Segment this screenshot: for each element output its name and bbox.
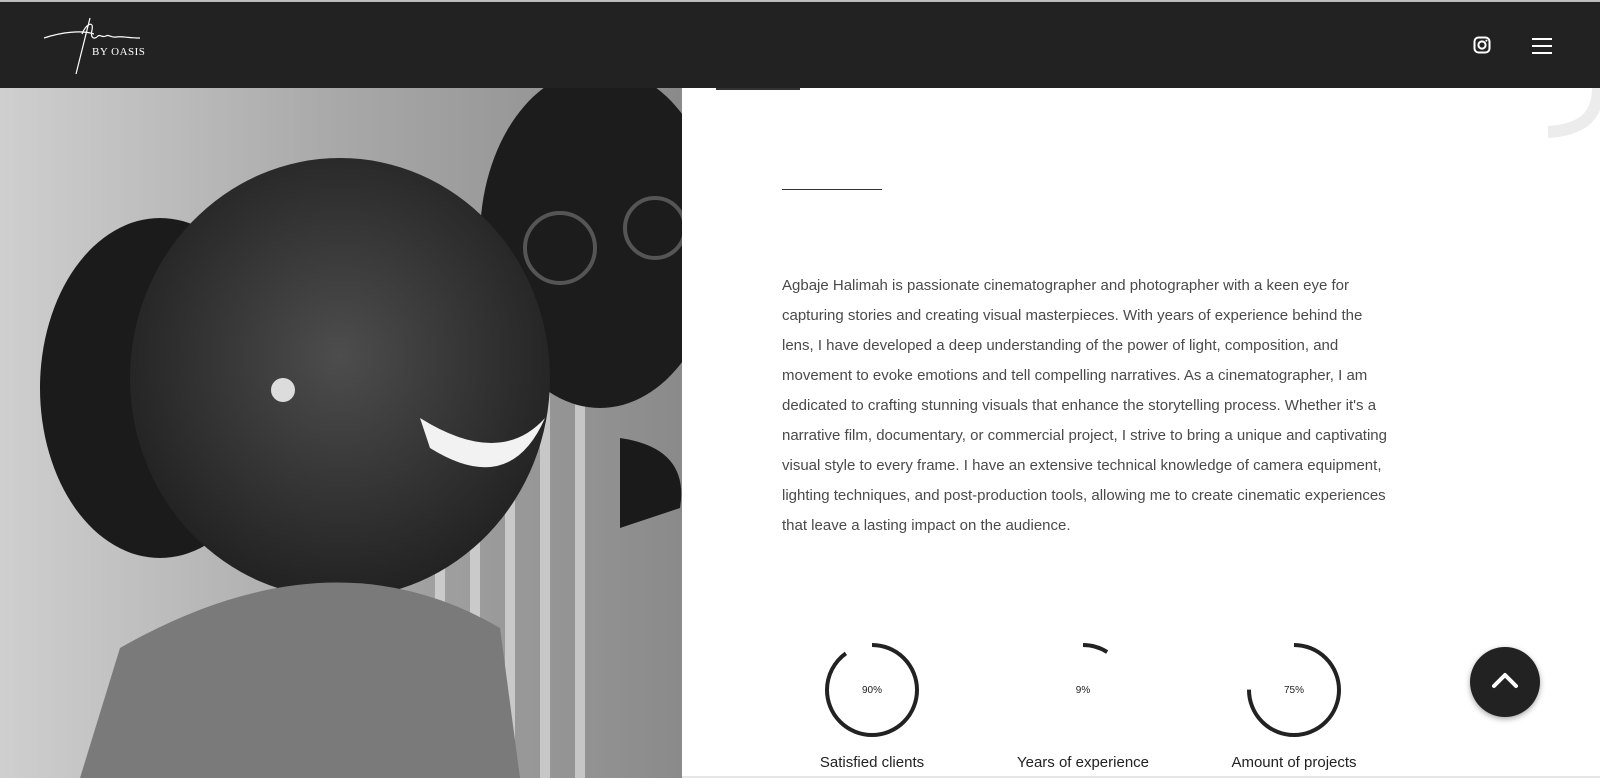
stat-years-experience: 9% Years of experience [993, 641, 1173, 771]
stat-value: 75% [1283, 685, 1304, 696]
stat-label: Satisfied clients [819, 754, 925, 771]
decorative-stroke [716, 88, 800, 90]
stat-amount-projects: 75% Amount of projects [1204, 641, 1384, 771]
about-text: Agbaje Halimah is passionate cinematogra… [782, 277, 1387, 534]
stat-label: Years of experience [1016, 754, 1150, 771]
portrait-photo [0, 88, 682, 778]
stat-value: 90% [861, 685, 882, 696]
instagram-icon[interactable] [1473, 36, 1491, 54]
decorative-curve [1540, 87, 1600, 138]
site-header: BY OASIS [0, 2, 1600, 88]
menu-icon[interactable] [1532, 38, 1552, 54]
stat-satisfied-clients: 90% Satisfied clients [782, 641, 962, 771]
section-title-rule [782, 189, 882, 190]
scroll-to-top-button[interactable] [1470, 647, 1540, 717]
site-logo[interactable]: BY OASIS [42, 16, 152, 76]
logo-subtitle: BY OASIS [92, 46, 146, 58]
stat-label: Amount of projects [1231, 754, 1357, 771]
chevron-up-icon [1492, 673, 1518, 688]
stat-value: 9% [1075, 685, 1091, 696]
